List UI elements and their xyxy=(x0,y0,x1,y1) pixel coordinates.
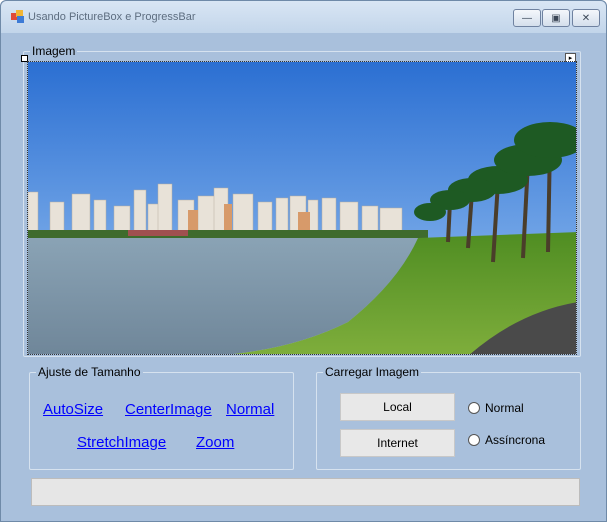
autosize-link[interactable]: AutoSize xyxy=(43,401,103,418)
radio-async[interactable]: Assíncrona xyxy=(468,433,545,447)
stretchimage-link[interactable]: StretchImage xyxy=(77,434,166,451)
minimize-icon: — xyxy=(522,12,532,24)
picture-box[interactable] xyxy=(27,61,577,355)
internet-button-label: Internet xyxy=(377,436,418,450)
landscape-photo xyxy=(28,62,576,354)
radio-normal-label: Normal xyxy=(485,401,524,415)
centerimage-link[interactable]: CenterImage xyxy=(125,401,212,418)
internet-button[interactable]: Internet xyxy=(340,429,455,457)
size-groupbox: Ajuste de Tamanho AutoSize CenterImage N… xyxy=(29,365,294,470)
app-icon xyxy=(11,10,24,23)
title-bar[interactable]: Usando PictureBox e ProgressBar — ▣ ✕ xyxy=(1,1,606,33)
maximize-icon: ▣ xyxy=(551,12,561,24)
local-button[interactable]: Local xyxy=(340,393,455,421)
image-group-label: Imagem xyxy=(30,44,78,58)
image-groupbox: Imagem ▸ xyxy=(21,44,581,357)
window-title: Usando PictureBox e ProgressBar xyxy=(28,11,196,23)
radio-normal[interactable]: Normal xyxy=(468,401,524,415)
minimize-button[interactable]: — xyxy=(513,9,541,27)
radio-async-label: Assíncrona xyxy=(485,433,546,447)
close-button[interactable]: ✕ xyxy=(572,9,600,27)
load-group-label: Carregar Imagem xyxy=(323,365,422,379)
zoom-link[interactable]: Zoom xyxy=(196,434,234,451)
normal-link[interactable]: Normal xyxy=(226,401,274,418)
progress-bar xyxy=(31,478,580,506)
maximize-button[interactable]: ▣ xyxy=(542,9,570,27)
radio-async-circle[interactable] xyxy=(468,434,480,446)
load-groupbox: Carregar Imagem Local Internet Normal As… xyxy=(316,365,581,470)
local-button-label: Local xyxy=(383,400,412,414)
size-group-label: Ajuste de Tamanho xyxy=(36,365,143,379)
radio-normal-circle[interactable] xyxy=(468,402,480,414)
close-icon: ✕ xyxy=(581,12,591,24)
client-area: Imagem ▸ Ajuste de Tamanho AutoSize Cent… xyxy=(9,34,598,514)
main-window: Usando PictureBox e ProgressBar — ▣ ✕ Im… xyxy=(0,0,607,522)
